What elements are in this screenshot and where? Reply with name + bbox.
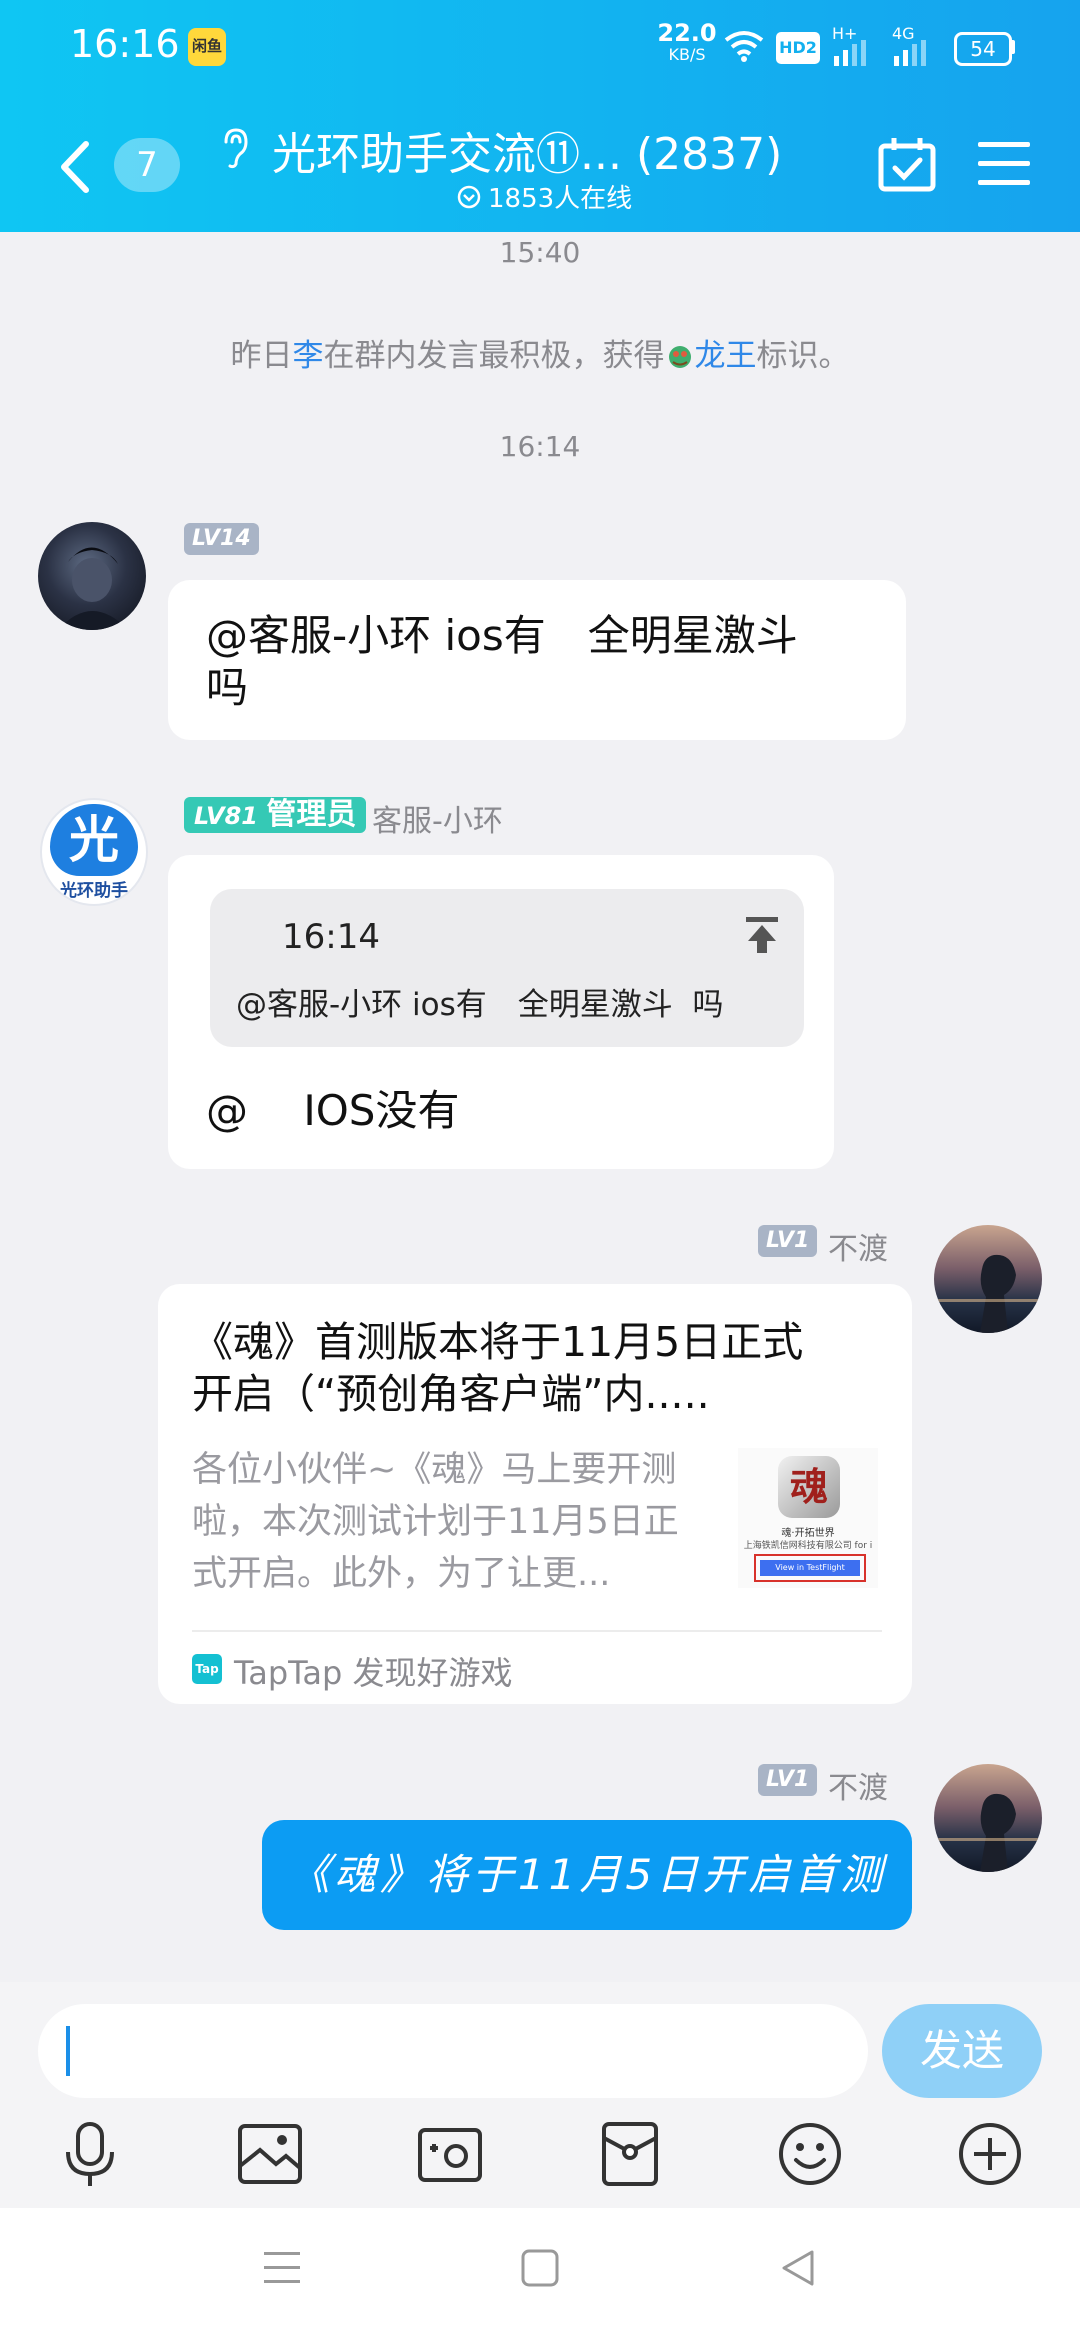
message-line: 吗 xyxy=(206,663,249,712)
message-bubble[interactable]: @客服-小环 ios有 全明星激斗 吗 xyxy=(168,580,906,740)
calendar-check-icon[interactable] xyxy=(878,136,936,192)
card-title: 《魂》首测版本将于11月5日正式 开启（“预创角客户端”内..... xyxy=(192,1316,882,1420)
admin-avatar-logo: 光 xyxy=(50,804,138,876)
jump-to-top-icon[interactable] xyxy=(742,915,782,955)
send-button[interactable]: 发送 xyxy=(882,2004,1042,2098)
signal-bars-icon-2 xyxy=(894,40,926,66)
emoji-icon[interactable] xyxy=(776,2120,844,2188)
app-notification-label: 闲鱼 xyxy=(191,37,222,55)
card-desc-line: 各位小伙伴~《魂》马上要开测 xyxy=(192,1450,677,1490)
network-speed: 22.0 KB/S xyxy=(652,19,722,66)
thumb-developer: 上海铁凯信网科技有限公司 for i xyxy=(743,1541,873,1551)
quoted-time: 16:14 xyxy=(282,917,380,957)
status-time: 16:16 xyxy=(70,22,180,66)
online-count: 1853人在线 xyxy=(488,184,633,214)
wifi-icon xyxy=(724,31,764,62)
back-icon[interactable] xyxy=(56,140,92,194)
timestamp: 16:14 xyxy=(499,430,581,463)
sender-name[interactable]: 不渡 xyxy=(828,1224,888,1268)
card-divider xyxy=(192,1630,882,1632)
message-text: @客服-小环 ios有 全明星激斗 吗 xyxy=(206,610,798,714)
network-speed-value: 22.0 xyxy=(657,19,717,47)
level-label: LV81 xyxy=(194,802,258,830)
signal-bars-icon-1 xyxy=(834,40,866,66)
card-title-line: 《魂》首测版本将于11月5日正式 xyxy=(192,1318,804,1366)
card-description: 各位小伙伴~《魂》马上要开测 啦，本次测试计划于11月5日正 式开启。此外，为了… xyxy=(192,1444,712,1600)
admin-avatar-caption: 光环助手 xyxy=(60,881,128,901)
online-status: 1853人在线 xyxy=(456,178,632,215)
sender-name[interactable]: 不渡 xyxy=(828,1763,888,1807)
admin-avatar[interactable]: 光 光环助手 xyxy=(40,798,148,906)
sender-name[interactable]: 客服-小环 xyxy=(372,796,503,840)
my-avatar[interactable] xyxy=(934,1225,1042,1333)
network-speed-unit: KB/S xyxy=(668,45,706,64)
hd-label: HD2 xyxy=(779,38,817,57)
level-badge: LV1 xyxy=(758,1764,818,1796)
app-icon: 魂 xyxy=(778,1456,840,1518)
system-notice: 昨日李在群内发言最积极，获得 龙王标识。 xyxy=(0,330,1080,375)
chat-header: 16:16 闲鱼 22.0 KB/S HD2 H+ 4G 54 7 光环助手交流… xyxy=(0,0,1080,232)
menu-icon[interactable] xyxy=(978,140,1030,188)
back-nav-icon[interactable] xyxy=(780,2248,816,2288)
my-avatar[interactable] xyxy=(934,1764,1042,1872)
thumb-highlight: View in TestFlight xyxy=(754,1554,866,1582)
hd-voice-icon: HD2 xyxy=(776,32,820,64)
taptap-logo-icon: Tap xyxy=(192,1654,222,1684)
message-line: @客服-小环 ios有 全明星激斗 xyxy=(206,611,798,660)
card-source: TapTap 发现好游戏 xyxy=(234,1654,513,1692)
level-badge: LV14 xyxy=(184,523,259,555)
message-text: 《魂》将于11月5日开启首测 xyxy=(287,1850,887,1899)
notice-user-link[interactable]: 李 xyxy=(293,338,324,374)
link-card[interactable]: 《魂》首测版本将于11月5日正式 开启（“预创角客户端”内..... 各位小伙伴… xyxy=(158,1284,912,1704)
battery-level: 54 xyxy=(970,37,996,61)
card-thumbnail: 魂 魂·开拓世界 上海铁凯信网科技有限公司 for i View in Test… xyxy=(738,1448,878,1588)
camera-icon[interactable] xyxy=(416,2120,484,2188)
online-dropdown-icon xyxy=(457,185,481,208)
sent-message-bubble[interactable]: 《魂》将于11月5日开启首测 xyxy=(262,1820,912,1930)
red-packet-icon[interactable] xyxy=(596,2120,664,2188)
microphone-icon[interactable] xyxy=(56,2120,124,2188)
ear-icon[interactable] xyxy=(220,126,250,170)
home-icon[interactable] xyxy=(520,2248,560,2288)
dragon-king-icon xyxy=(665,342,695,370)
notice-title-link[interactable]: 龙王 xyxy=(695,338,757,374)
thumb-app-name: 魂·开拓世界 xyxy=(781,1528,835,1539)
message-bubble[interactable]: 16:14 @客服-小环 ios有 全明星激斗 吗 @ IOS没有 xyxy=(168,855,834,1169)
timestamp: 15:40 xyxy=(499,236,581,269)
card-desc-line: 式开启。此外，为了让更... xyxy=(192,1554,611,1594)
group-title[interactable]: 光环助手交流⑪... (2837) xyxy=(272,118,782,182)
recent-apps-icon[interactable] xyxy=(262,2250,302,2286)
image-icon[interactable] xyxy=(236,2120,304,2188)
card-desc-line: 啦，本次测试计划于11月5日正 xyxy=(192,1502,679,1542)
text-cursor xyxy=(66,2026,70,2076)
thumb-testflight-button: View in TestFlight xyxy=(760,1560,860,1576)
level-badge: LV1 xyxy=(758,1225,818,1257)
message-text: @ IOS没有 xyxy=(206,1086,460,1135)
message-input[interactable] xyxy=(38,2004,868,2098)
user-avatar[interactable] xyxy=(38,522,146,630)
role-label: 管理员 xyxy=(266,797,357,832)
notice-middle: 在群内发言最积极，获得 xyxy=(323,338,665,374)
card-title-line: 开启（“预创角客户端”内..... xyxy=(192,1370,710,1418)
battery-tip xyxy=(1010,40,1015,54)
app-notification-icon: 闲鱼 xyxy=(188,28,226,66)
notice-suffix: 标识。 xyxy=(756,338,850,374)
plus-icon[interactable] xyxy=(956,2120,1024,2188)
battery-icon: 54 xyxy=(954,32,1012,66)
quoted-text: @客服-小环 ios有 全明星激斗 吗 xyxy=(236,987,724,1023)
unread-count-badge[interactable]: 7 xyxy=(114,138,180,192)
admin-level-badge: LV81 管理员 xyxy=(184,797,367,833)
quoted-message[interactable]: 16:14 @客服-小环 ios有 全明星激斗 吗 xyxy=(210,889,804,1047)
notice-prefix: 昨日 xyxy=(230,338,293,374)
